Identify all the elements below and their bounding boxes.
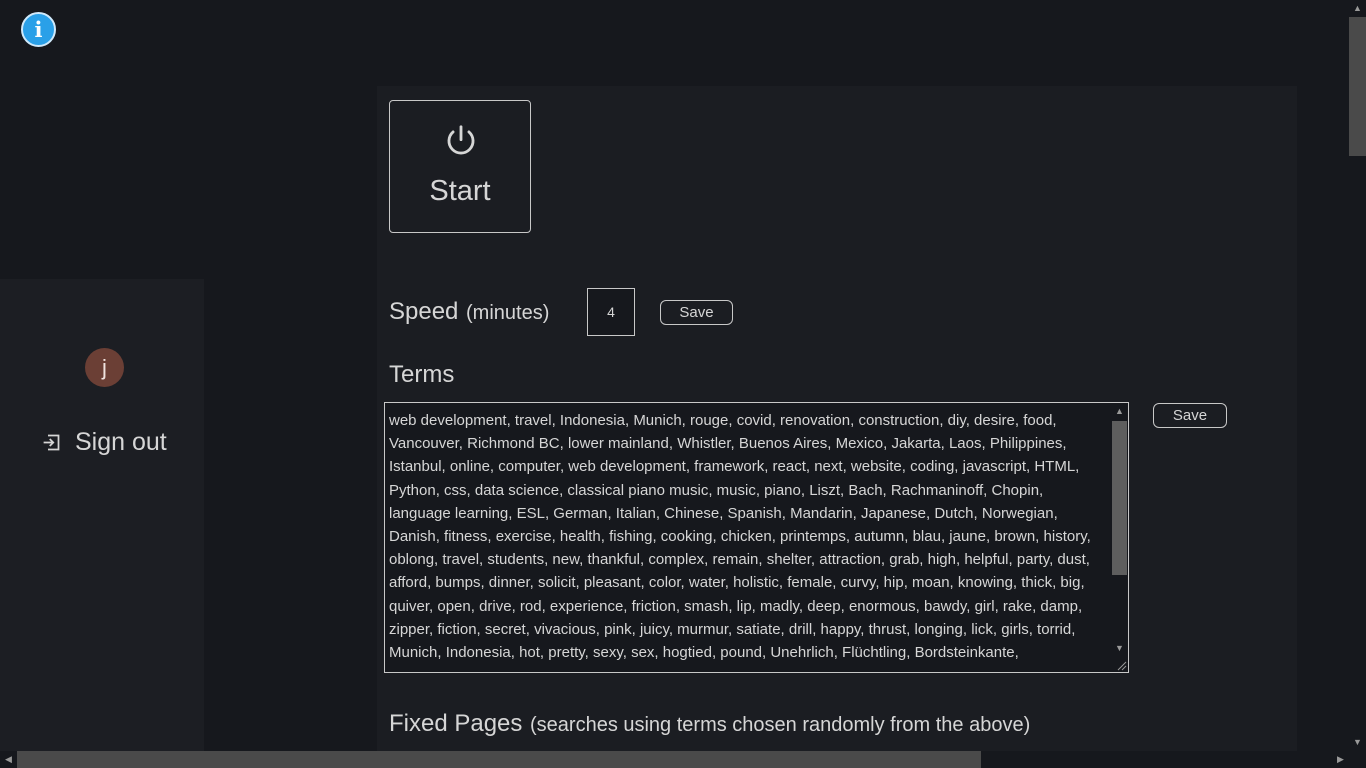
sign-out-button[interactable]: Sign out (41, 428, 167, 457)
page-vertical-scroll-thumb[interactable] (1349, 17, 1366, 156)
terms-save-button[interactable]: Save (1153, 403, 1227, 428)
scroll-down-icon[interactable]: ▼ (1349, 734, 1366, 751)
terms-heading: Terms (389, 361, 455, 388)
terms-text: web development, travel, Indonesia, Muni… (389, 412, 1091, 662)
scroll-left-icon[interactable]: ◀ (0, 751, 17, 768)
start-label: Start (429, 175, 491, 207)
terms-textarea[interactable]: web development, travel, Indonesia, Muni… (384, 402, 1129, 673)
scroll-up-icon[interactable]: ▲ (1111, 403, 1128, 419)
info-icon[interactable]: i (21, 12, 56, 47)
fixed-pages-subtitle: (searches using terms chosen randomly fr… (530, 714, 1031, 736)
speed-unit: (minutes) (466, 302, 550, 324)
speed-label: Speed (389, 298, 459, 325)
terms-scrollbar[interactable]: ▲ ▼ (1111, 403, 1128, 672)
page-horizontal-scroll-thumb[interactable] (17, 751, 981, 768)
speed-input[interactable] (587, 288, 635, 336)
page-horizontal-scrollbar[interactable]: ◀ ▶ (0, 751, 1349, 768)
sign-out-icon (43, 434, 60, 451)
start-button[interactable]: Start (389, 100, 531, 233)
scroll-down-icon[interactable]: ▼ (1111, 640, 1128, 656)
resize-grip-icon[interactable] (1115, 659, 1127, 671)
scroll-up-icon[interactable]: ▲ (1349, 0, 1366, 17)
fixed-pages-heading: Fixed Pages (389, 710, 523, 737)
power-icon (447, 125, 475, 155)
speed-save-button[interactable]: Save (660, 300, 733, 325)
sign-out-label: Sign out (75, 428, 167, 456)
scroll-right-icon[interactable]: ▶ (1332, 751, 1349, 768)
avatar-letter: j (102, 354, 107, 380)
page-vertical-scrollbar[interactable]: ▲ ▼ (1349, 0, 1366, 751)
terms-scroll-thumb[interactable] (1112, 421, 1127, 575)
avatar[interactable]: j (85, 348, 124, 387)
info-glyph: i (34, 17, 43, 42)
